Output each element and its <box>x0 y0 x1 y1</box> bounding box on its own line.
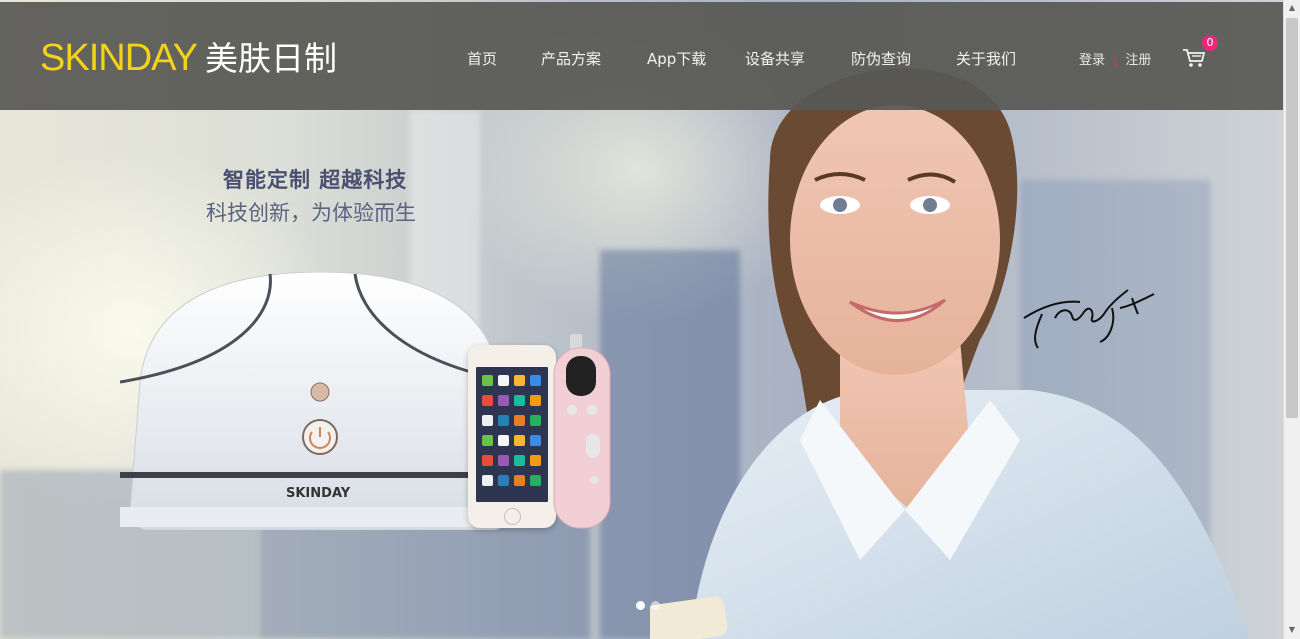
phone-app-icon <box>482 455 493 466</box>
phone-app-icon <box>498 415 509 426</box>
slider-dot-1[interactable] <box>636 601 645 610</box>
phone-app-icon <box>514 395 525 406</box>
phone-app-icon <box>530 415 541 426</box>
device-brand-label: SKINDAY <box>286 486 351 501</box>
slider-dot-2[interactable] <box>651 601 660 610</box>
phone-app-icon <box>514 435 525 446</box>
phone-app-icon <box>482 475 493 486</box>
nav-item-anti-counterfeit[interactable]: 防伪查询 <box>851 48 911 69</box>
brand-name-en: SKINDAY <box>40 37 198 79</box>
phone-app-icon <box>530 435 541 446</box>
slider-dots <box>636 601 660 610</box>
phone-app-icon <box>514 375 525 386</box>
phone-app-icon <box>530 475 541 486</box>
phone-app-icon <box>482 375 493 386</box>
nav-item-products[interactable]: 产品方案 <box>541 48 601 69</box>
phone-app-icon <box>482 415 493 426</box>
nav-item-home[interactable]: 首页 <box>467 48 497 69</box>
vertical-scrollbar[interactable]: ▲ ▼ <box>1283 0 1300 639</box>
cart-icon[interactable] <box>1182 48 1206 68</box>
hero-headline: 智能定制 超越科技 <box>223 168 408 192</box>
scroll-down-arrow-icon[interactable]: ▼ <box>1284 622 1300 638</box>
phone-app-icon <box>514 475 525 486</box>
register-link[interactable]: 注册 <box>1125 53 1151 68</box>
phone-app-icon <box>482 395 493 406</box>
phone-app-icon <box>514 455 525 466</box>
brand-logo[interactable]: SKINDAY 美肤日制 <box>40 32 337 79</box>
handheld-device-image <box>553 334 611 529</box>
phone-app-icon <box>498 435 509 446</box>
phone-app-icon <box>514 415 525 426</box>
phone-app-icon <box>498 395 509 406</box>
auth-separator: | <box>1113 53 1118 68</box>
phone-app-icon <box>530 455 541 466</box>
phone-app-icon <box>530 375 541 386</box>
page: 智能定制 超越科技 科技创新，为体验而生 SKINDAY SKINDAY 美肤日… <box>0 0 1283 639</box>
smartphone-image <box>468 345 556 528</box>
hero-subline: 科技创新，为体验而生 <box>206 201 416 225</box>
nav-item-device-sharing[interactable]: 设备共享 <box>745 48 805 69</box>
nav-item-app-download[interactable]: App下载 <box>647 48 706 69</box>
model-photo <box>650 68 1250 639</box>
phone-app-icon <box>498 455 509 466</box>
top-navigation-bar: SKINDAY 美肤日制 首页 产品方案 App下载 设备共享 防伪查询 关于我… <box>0 2 1283 110</box>
brand-name-cn: 美肤日制 <box>205 39 338 78</box>
signature <box>1023 289 1155 349</box>
phone-app-icon <box>498 375 509 386</box>
auth-links: 登录 | 注册 <box>1079 49 1151 68</box>
nav-item-about[interactable]: 关于我们 <box>956 48 1016 69</box>
scroll-up-arrow-icon[interactable]: ▲ <box>1284 0 1300 16</box>
phone-app-icon <box>530 395 541 406</box>
cart-count-badge: 0 <box>1202 35 1218 51</box>
scrollbar-thumb[interactable] <box>1286 18 1298 418</box>
phone-app-icon <box>498 475 509 486</box>
phone-app-icon <box>482 435 493 446</box>
login-link[interactable]: 登录 <box>1079 53 1105 68</box>
